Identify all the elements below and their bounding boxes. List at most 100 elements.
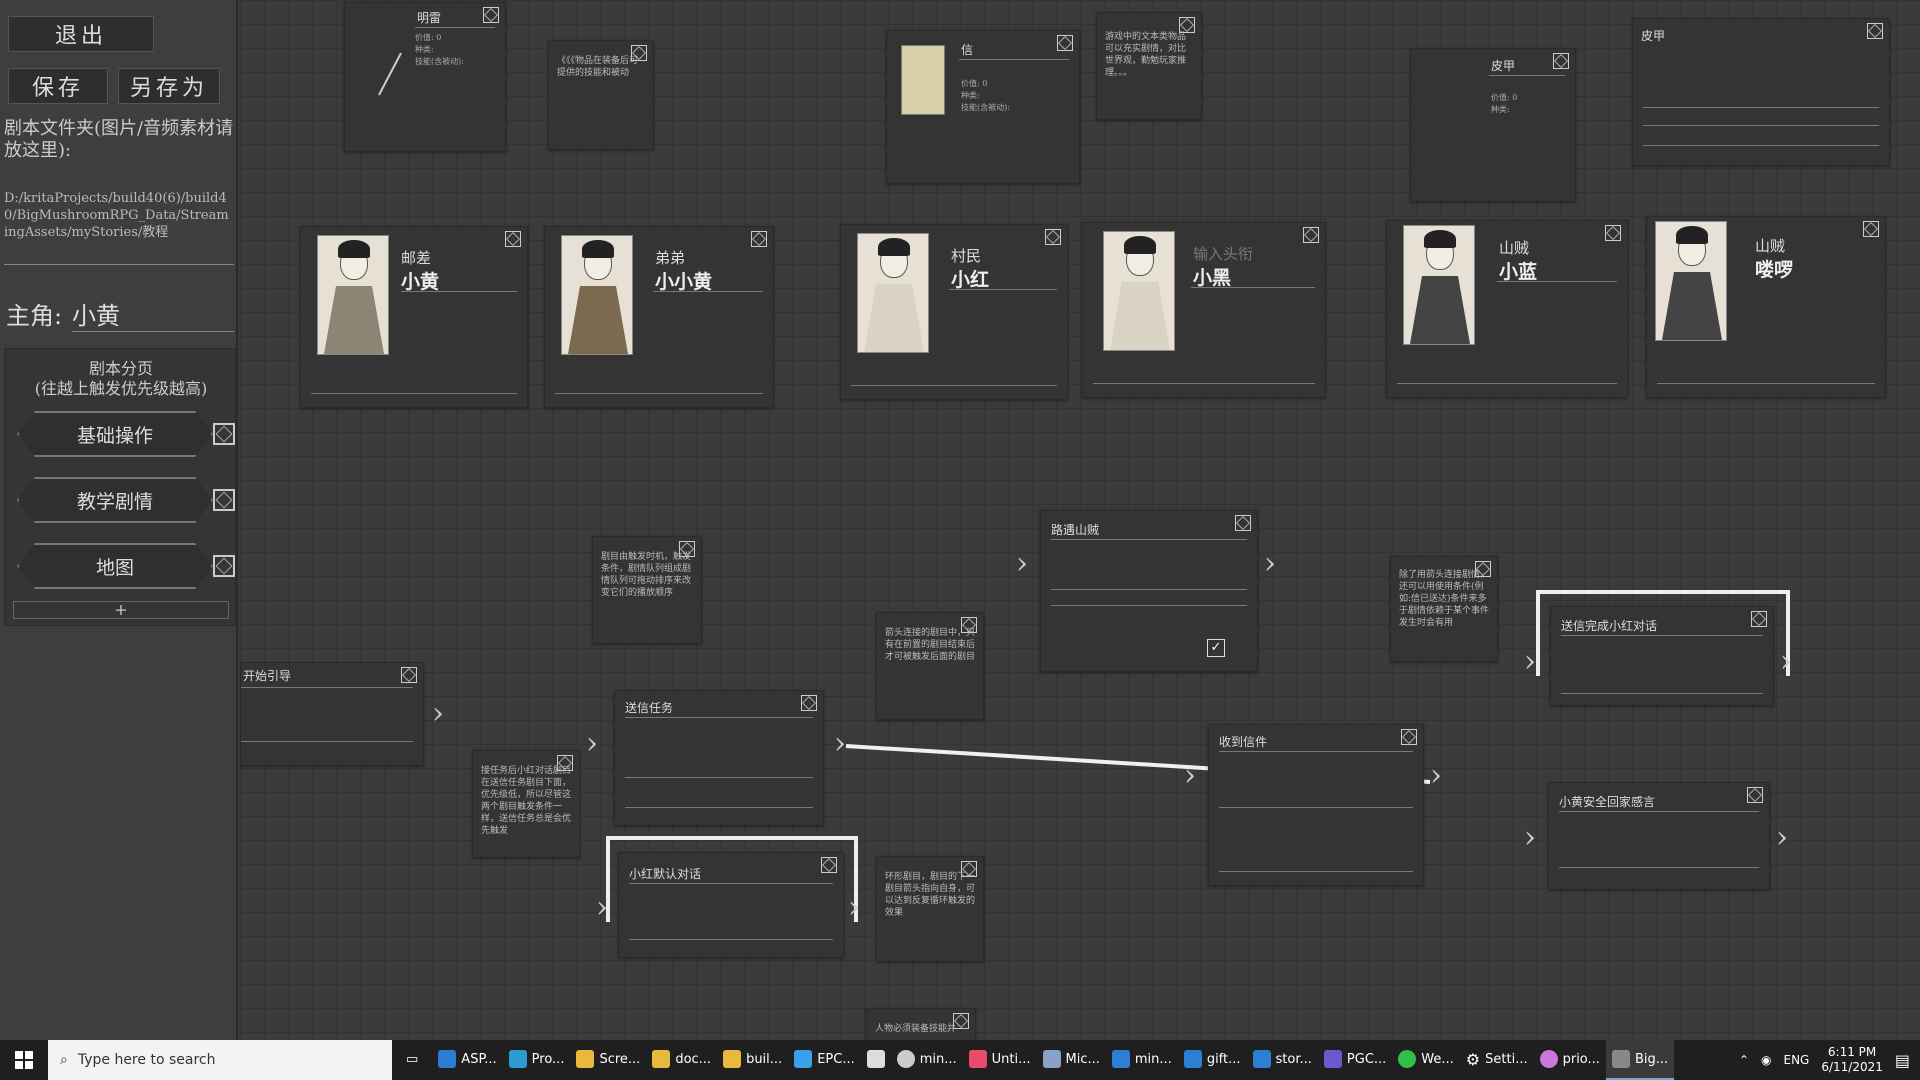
connector-arrow[interactable]: › [1524,644,1536,679]
delete-icon[interactable] [1747,787,1763,803]
plot-node[interactable]: 路遇山贼 ✓ [1040,510,1258,672]
connector-arrow[interactable]: › [1264,546,1276,581]
taskbar-app[interactable]: buil... [717,1040,788,1080]
taskbar-search-input[interactable]: ⌕ Type here to search [48,1040,392,1080]
delete-icon[interactable] [401,667,417,683]
taskbar-app[interactable]: Unti... [963,1040,1037,1080]
note-node[interactable]: 除了用箭头连接剧情，还可以用使用条件(例如:信已送达)条件来多于剧情依赖于某个事… [1390,556,1498,662]
delete-page-icon[interactable] [213,423,235,445]
taskbar-app[interactable]: prio... [1534,1040,1606,1080]
connector-arrow[interactable]: › [1184,758,1196,793]
item-node[interactable]: 明雷 价值: 0 种类: 技能(含被动): [344,2,506,152]
taskbar: ⌕ Type here to search ▭ ASP... Pro... Sc… [0,1040,1920,1080]
language-indicator[interactable]: ENG [1783,1053,1809,1067]
connector-arrow[interactable]: › [1430,758,1442,793]
note-node[interactable]: 人物必须装备技能并 [866,1008,976,1040]
story-canvas[interactable]: 明雷 价值: 0 种类: 技能(含被动): 《《《物品在装备后可提供的技能和被动… [240,0,1920,1040]
delete-icon[interactable] [1553,53,1569,69]
store-icon[interactable] [861,1040,891,1080]
delete-icon[interactable] [1867,23,1883,39]
plot-node[interactable]: 送信任务 [614,690,824,826]
note-node[interactable]: 《《《物品在装备后可提供的技能和被动 [548,40,654,150]
item-node[interactable]: 皮甲 [1632,18,1890,166]
delete-icon[interactable] [1863,221,1879,237]
delete-icon[interactable] [1235,515,1251,531]
windows-start-icon[interactable] [0,1040,48,1080]
connector-arrow[interactable]: › [848,890,860,925]
taskbar-app[interactable]: Mic... [1037,1040,1106,1080]
item-node[interactable]: 信 价值: 0 种类: 技能(含被动): [886,30,1080,184]
taskbar-app[interactable]: gift... [1178,1040,1247,1080]
note-node[interactable]: 环形剧目，剧目的下一剧目箭头指向自身，可以达到反复循环触发的效果 [876,856,984,962]
note-node[interactable]: 游戏中的文本类物品可以充实剧情，对比世界观，勤勉玩家推理。。。 [1096,12,1202,120]
connector-arrow[interactable]: › [432,696,444,731]
connector-arrow[interactable]: › [1780,644,1792,679]
delete-icon[interactable] [1605,225,1621,241]
taskbar-app[interactable]: PGC... [1318,1040,1392,1080]
save-button[interactable]: 保存 [8,68,108,104]
taskbar-app[interactable]: Scre... [570,1040,646,1080]
taskbar-app[interactable]: stor... [1247,1040,1318,1080]
checkbox-checked-icon[interactable]: ✓ [1207,639,1225,657]
pages-subtitle: (往越上触发优先级越高) [34,379,208,398]
delete-page-icon[interactable] [213,489,235,511]
taskbar-app[interactable]: doc... [646,1040,717,1080]
delete-icon[interactable] [483,7,499,23]
plot-node[interactable]: 小红默认对话 [618,852,844,958]
connector-arrow[interactable]: › [1776,820,1788,855]
taskbar-app[interactable]: ⚙ Setti... [1460,1040,1534,1080]
delete-icon[interactable] [1045,229,1061,245]
character-title[interactable]: 输入头衔 [1193,243,1253,264]
character-portrait [1103,231,1175,351]
notifications-icon[interactable]: ▤ [1895,1051,1910,1070]
page-item-tutorial[interactable]: 教学剧情 [17,477,213,523]
delete-page-icon[interactable] [213,555,235,577]
delete-icon[interactable] [821,857,837,873]
delete-icon[interactable] [505,231,521,247]
search-icon: ⌕ [60,1052,68,1068]
delete-icon[interactable] [751,231,767,247]
clock[interactable]: 6:11 PM 6/11/2021 [1821,1045,1883,1075]
save-as-button[interactable]: 另存为 [118,68,220,104]
note-node[interactable]: 箭头连接的剧目中，只有在前置的剧目结束后才可被触发后面的剧目 [876,612,984,720]
connector-arrow[interactable]: › [1016,546,1028,581]
plot-title: 路遇山贼 [1051,523,1100,537]
taskbar-app[interactable]: EPC... [788,1040,861,1080]
taskbar-app[interactable]: min... [891,1040,963,1080]
delete-icon[interactable] [1401,729,1417,745]
item-node[interactable]: 皮甲 价值: 0 种类: [1410,48,1576,202]
connector-arrow[interactable]: › [586,726,598,761]
taskbar-app[interactable]: ASP... [432,1040,502,1080]
connector-arrow[interactable]: › [596,890,608,925]
exit-button[interactable]: 退出 [8,16,154,52]
page-item-map[interactable]: 地图 [17,543,213,589]
character-node[interactable]: 山贼 喽啰 [1646,216,1886,398]
taskbar-app[interactable]: We... [1392,1040,1460,1080]
character-node[interactable]: 输入头衔 小黑 [1082,222,1326,398]
character-node[interactable]: 邮差 小黄 [300,226,528,408]
page-item-basic[interactable]: 基础操作 [17,411,213,457]
task-view-icon[interactable]: ▭ [392,1040,432,1080]
chevron-up-icon[interactable]: ⌃ [1739,1053,1749,1067]
plot-node[interactable]: 小黄安全回家感言 [1548,782,1770,890]
plot-node[interactable]: 送信完成小红对话 [1550,606,1774,706]
delete-icon[interactable] [1057,35,1073,51]
connector-arrow[interactable]: › [1524,820,1536,855]
taskbar-app[interactable]: min... [1106,1040,1178,1080]
delete-icon[interactable] [1303,227,1319,243]
delete-icon[interactable] [1751,611,1767,627]
delete-icon[interactable] [801,695,817,711]
network-icon[interactable]: ◉ [1761,1053,1771,1067]
character-node[interactable]: 山贼 小蓝 [1386,220,1628,398]
taskbar-app-active[interactable]: Big... [1605,1040,1675,1080]
character-node[interactable]: 弟弟 小小黄 [544,226,774,408]
note-node[interactable]: 接任务后小红对话剧目在送信任务剧目下面，优先级低，所以尽管这两个剧目触发条件一样… [472,750,580,858]
character-node[interactable]: 村民 小红 [840,224,1068,400]
protagonist-input[interactable]: 小黄 [72,296,234,332]
note-node[interactable]: 剧目由触发时机，触发条件，剧情队列组成剧情队列可拖动排序来改变它们的播放顺序 [592,536,702,644]
taskbar-app[interactable]: Pro... [503,1040,571,1080]
plot-node[interactable]: 收到信件 [1208,724,1424,886]
add-page-button[interactable]: + [13,601,229,619]
folder-path[interactable]: D:/kritaProjects/build40(6)/build40/BigM… [4,190,232,241]
plot-node[interactable]: 开始引导 [240,662,424,766]
